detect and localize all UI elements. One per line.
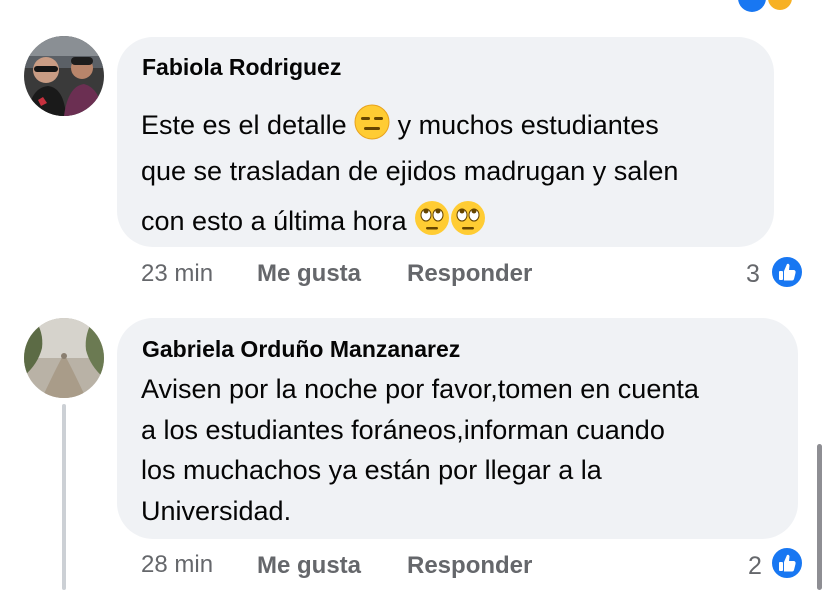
comment-text-line: los muchachos ya están por llegar a la bbox=[141, 455, 602, 485]
reply-button[interactable]: Responder bbox=[407, 552, 532, 580]
comment-text: Avisen por la noche por favor,tomen en c… bbox=[141, 369, 791, 531]
comment-text-line: Universidad. bbox=[141, 495, 292, 526]
comment-text: Este es el detalle y muchos estudiantes … bbox=[141, 102, 761, 244]
comment-text-segment: Este es el detalle bbox=[141, 110, 347, 140]
like-button[interactable]: Me gusta bbox=[257, 260, 361, 288]
comment-text-line: Avisen por la noche por favor,tomen en c… bbox=[141, 374, 699, 404]
reaction-count[interactable]: 3 bbox=[746, 260, 760, 289]
reply-button[interactable]: Responder bbox=[407, 260, 532, 288]
comment-author[interactable]: Gabriela Orduño Manzanarez bbox=[142, 336, 460, 363]
thumbs-up-icon[interactable] bbox=[770, 255, 804, 289]
comment-text-segment: y muchos estudiantes bbox=[397, 110, 659, 140]
eye-roll-face-icon bbox=[450, 200, 486, 236]
haha-reaction-icon bbox=[766, 0, 794, 12]
reply-thread-line bbox=[62, 404, 66, 590]
comment-text-line: que se trasladan de ejidos madrugan y sa… bbox=[141, 156, 679, 186]
scrollbar[interactable] bbox=[817, 444, 822, 590]
comment-text-line: a los estudiantes foráneos,informan cuan… bbox=[141, 414, 665, 445]
avatar[interactable] bbox=[24, 36, 104, 116]
comment-timestamp[interactable]: 23 min bbox=[141, 260, 213, 288]
like-reaction-icon bbox=[738, 0, 766, 12]
thumbs-up-icon[interactable] bbox=[770, 546, 804, 580]
previous-comment-actions bbox=[0, 0, 828, 12]
comment-author[interactable]: Fabiola Rodriguez bbox=[142, 54, 341, 81]
comment-timestamp[interactable]: 28 min bbox=[141, 551, 213, 579]
comment-text-segment: con esto a última hora bbox=[141, 206, 407, 236]
like-button[interactable]: Me gusta bbox=[257, 552, 361, 580]
expressionless-face-icon bbox=[354, 104, 390, 140]
eye-roll-face-icon bbox=[414, 200, 450, 236]
reaction-count[interactable]: 2 bbox=[748, 552, 762, 581]
avatar[interactable] bbox=[24, 318, 104, 398]
